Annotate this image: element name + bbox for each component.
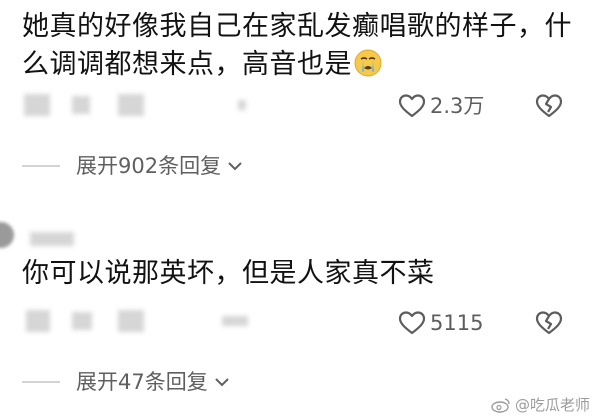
redacted-info (118, 94, 144, 116)
dislike-button[interactable] (535, 310, 563, 340)
redacted-info (72, 96, 90, 114)
redacted-username (30, 232, 74, 246)
divider (22, 381, 60, 383)
redacted-username (26, 310, 50, 332)
weibo-logo-icon (491, 397, 510, 413)
chevron-down-icon (215, 378, 229, 387)
expand-replies-label: 展开47条回复 (76, 370, 208, 394)
like-button[interactable]: 5115 (398, 310, 483, 336)
heart-icon (398, 311, 426, 335)
crying-face-icon (354, 49, 382, 77)
broken-heart-icon (535, 94, 563, 118)
comment-text: 你可以说那英坏，但是人家真不菜 (22, 258, 435, 289)
chevron-down-icon (228, 162, 242, 171)
redacted-info (222, 316, 248, 326)
divider (22, 165, 60, 167)
broken-heart-icon (535, 311, 563, 335)
redacted-info (238, 100, 246, 110)
like-button[interactable]: 2.3万 (398, 93, 484, 119)
watermark-text: @吃瓜老师 (514, 396, 590, 414)
like-count: 5115 (430, 311, 484, 335)
expand-replies-label: 展开902条回复 (76, 154, 222, 178)
redacted-username (24, 94, 50, 116)
dislike-button[interactable] (535, 93, 563, 123)
redacted-info (118, 310, 144, 332)
comment-meta-row: 2.3万 (0, 92, 600, 122)
expand-replies-button[interactable]: 展开902条回复 (22, 153, 243, 179)
watermark: @吃瓜老师 (491, 394, 590, 415)
heart-icon (398, 94, 426, 118)
comment-meta-row: 5115 (0, 308, 600, 338)
comment-text: 她真的好像我自己在家乱发癫唱歌的样子，什么调调都想来点，高音也是 (22, 11, 572, 80)
redacted-info (72, 312, 92, 330)
like-count: 2.3万 (430, 94, 485, 118)
avatar (0, 222, 14, 248)
expand-replies-button[interactable]: 展开47条回复 (22, 369, 230, 395)
